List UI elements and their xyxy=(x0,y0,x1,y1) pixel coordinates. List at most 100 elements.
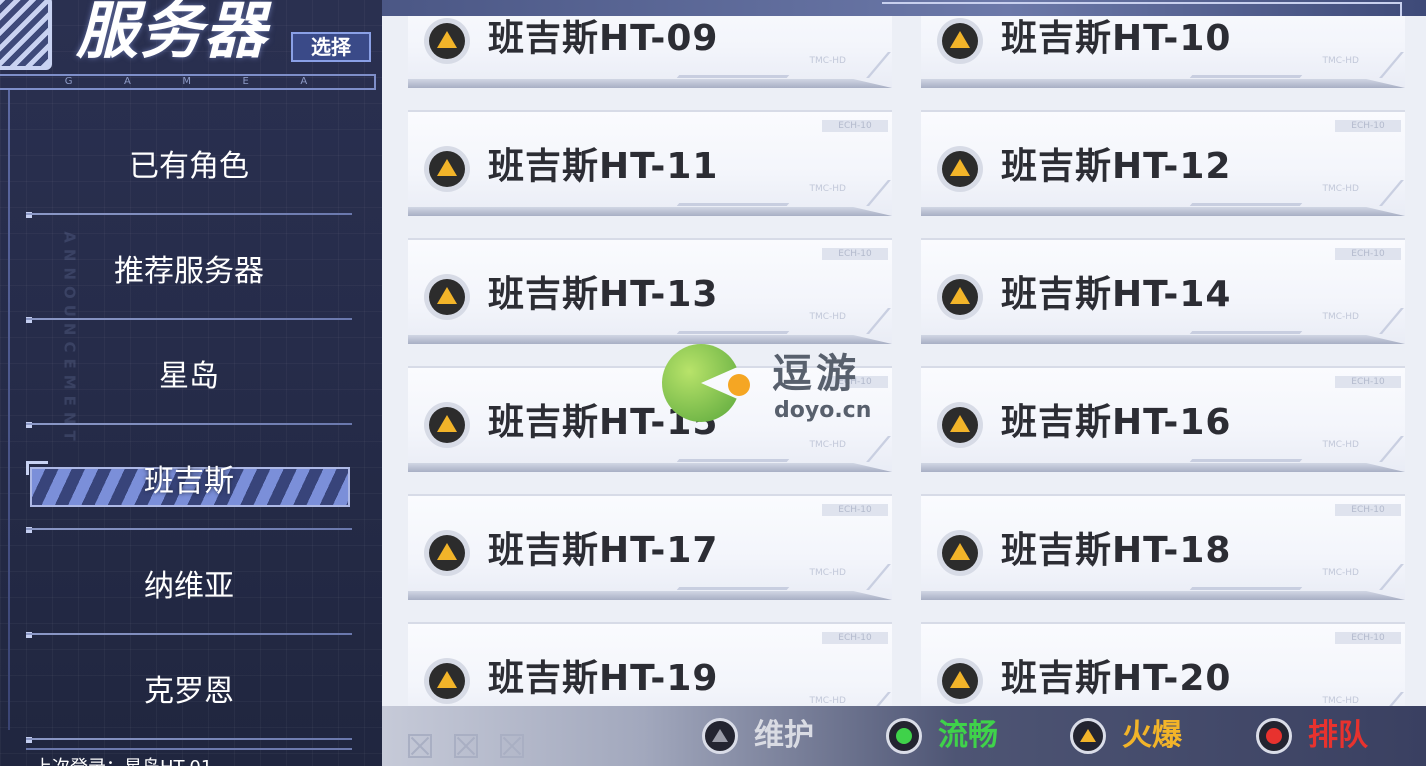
nav-item-recommended[interactable]: 推荐服务器 xyxy=(26,215,352,323)
last-login-text: 上次登录：星岛HT-01 xyxy=(34,758,212,766)
status-triangle xyxy=(437,159,457,176)
nav-item-keluoen[interactable]: 克罗恩 xyxy=(26,635,352,743)
hot-status-icon xyxy=(424,658,470,704)
card-id: TMC-HD xyxy=(809,184,847,194)
card-id: TMC-HD xyxy=(809,312,847,322)
legend-label: 排队 xyxy=(1308,718,1368,753)
nav-item-label: 纳维亚 xyxy=(144,568,234,604)
queue-icon xyxy=(1256,718,1292,754)
server-name: 班吉斯HT-14 xyxy=(1001,274,1232,315)
server-card[interactable]: ECH-10 TMC-HD 班吉斯HT-17 xyxy=(408,494,892,600)
legend-maintenance: 维护 xyxy=(702,714,814,758)
server-card[interactable]: ECH-10 TMC-HD 班吉斯HT-12 xyxy=(921,110,1405,216)
status-icon-inner xyxy=(942,663,978,699)
card-decor xyxy=(676,75,790,78)
strip-letter: A xyxy=(124,76,133,87)
status-icon-inner xyxy=(942,535,978,571)
card-decor xyxy=(676,459,790,462)
card-id: TMC-HD xyxy=(1322,184,1360,194)
status-triangle xyxy=(437,287,457,304)
page-title: 服务器 xyxy=(76,0,269,67)
server-card[interactable]: ECH-10 TMC-HD 班吉斯HT-14 xyxy=(921,238,1405,344)
status-triangle xyxy=(950,31,970,48)
hot-status-icon xyxy=(937,658,983,704)
server-name: 班吉斯HT-13 xyxy=(488,274,719,315)
server-grid: ECH-10 TMC-HD 班吉斯HT-09 ECH-10 TMC-HD 班吉斯HT-10… xyxy=(382,16,1426,706)
region-nav-list: 已有角色 推荐服务器 星岛 班吉斯 纳维亚 克罗恩 xyxy=(26,110,352,743)
nav-item-banjisi[interactable]: 班吉斯 xyxy=(26,425,352,533)
status-triangle xyxy=(950,671,970,688)
card-id: TMC-HD xyxy=(809,568,847,578)
server-card[interactable]: ECH-10TMC-HD班吉斯HT-10 xyxy=(921,16,1405,88)
card-decor xyxy=(839,180,891,206)
card-decor xyxy=(1352,52,1404,78)
server-name: 班吉斯HT-11 xyxy=(488,146,719,187)
card-decor xyxy=(676,331,790,334)
legend-hot: 火爆 xyxy=(1070,714,1182,758)
status-triangle xyxy=(437,415,457,432)
strip-letter: M xyxy=(182,76,194,87)
hot-icon xyxy=(1070,718,1106,754)
status-icon-inner xyxy=(942,407,978,443)
active-bracket xyxy=(26,461,48,475)
status-triangle xyxy=(950,415,970,432)
legend-queue: 排队 xyxy=(1256,714,1368,758)
status-icon-inner xyxy=(429,279,465,315)
x-box-icon xyxy=(454,734,478,758)
maintenance-icon xyxy=(702,718,738,754)
server-card[interactable]: ECH-10 TMC-HD 班吉斯HT-20 xyxy=(921,622,1405,706)
doyo-watermark: 逗游 doyo.cn xyxy=(660,344,890,434)
nav-item-label: 推荐服务器 xyxy=(114,253,264,289)
status-triangle xyxy=(437,671,457,688)
status-icon-inner xyxy=(429,663,465,699)
server-card[interactable]: ECH-10 TMC-HD 班吉斯HT-18 xyxy=(921,494,1405,600)
status-triangle xyxy=(950,159,970,176)
status-triangle xyxy=(950,543,970,560)
server-name: 班吉斯HT-10 xyxy=(1001,18,1232,59)
nav-item-label: 已有角色 xyxy=(129,148,249,184)
nav-item-xingdao[interactable]: 星岛 xyxy=(26,320,352,428)
card-id: TMC-HD xyxy=(1322,312,1360,322)
nav-item-label: 克罗恩 xyxy=(144,673,234,709)
card-decor xyxy=(1189,331,1303,334)
status-icon-inner xyxy=(942,23,978,59)
strip-letter: G xyxy=(64,76,75,87)
server-card[interactable]: ECH-10 TMC-HD 班吉斯HT-19 xyxy=(408,622,892,706)
card-tag: ECH-10 xyxy=(822,504,888,516)
status-triangle xyxy=(950,287,970,304)
nav-item-existing-roles[interactable]: 已有角色 xyxy=(26,110,352,218)
status-icon-inner xyxy=(942,151,978,187)
server-name: 班吉斯HT-20 xyxy=(1001,658,1232,699)
server-card[interactable]: ECH-10 TMC-HD 班吉斯HT-13 xyxy=(408,238,892,344)
server-card[interactable]: ECH-10TMC-HD班吉斯HT-09 xyxy=(408,16,892,88)
nav-item-naweiya[interactable]: 纳维亚 xyxy=(26,530,352,638)
decorative-line xyxy=(8,90,10,730)
server-card[interactable]: ECH-10 TMC-HD 班吉斯HT-11 xyxy=(408,110,892,216)
card-tag: ECH-10 xyxy=(1335,120,1401,132)
card-tag: ECH-10 xyxy=(822,248,888,260)
status-triangle xyxy=(437,31,457,48)
corner-marker xyxy=(26,737,32,743)
card-decor xyxy=(839,308,891,334)
x-box-icon xyxy=(500,734,524,758)
hot-status-icon xyxy=(424,402,470,448)
card-decor xyxy=(1352,692,1404,706)
hot-status-icon xyxy=(937,402,983,448)
card-decor xyxy=(839,564,891,590)
server-name: 班吉斯HT-19 xyxy=(488,658,719,699)
hot-status-icon xyxy=(937,18,983,64)
server-name: 班吉斯HT-09 xyxy=(488,18,719,59)
decorative-boxes xyxy=(408,734,524,758)
server-name: 班吉斯HT-16 xyxy=(1001,402,1232,443)
hot-status-icon xyxy=(424,18,470,64)
card-tag: ECH-10 xyxy=(1335,632,1401,644)
status-icon-inner xyxy=(429,151,465,187)
status-icon-inner xyxy=(429,407,465,443)
card-id: TMC-HD xyxy=(1322,568,1360,578)
page-subtitle-tag: 选择 xyxy=(291,32,371,62)
doyo-logo-dot xyxy=(728,374,750,396)
watermark-en: doyo.cn xyxy=(774,398,872,423)
card-decor xyxy=(1352,564,1404,590)
card-id: TMC-HD xyxy=(1322,440,1360,450)
server-card[interactable]: ECH-10 TMC-HD 班吉斯HT-16 xyxy=(921,366,1405,472)
